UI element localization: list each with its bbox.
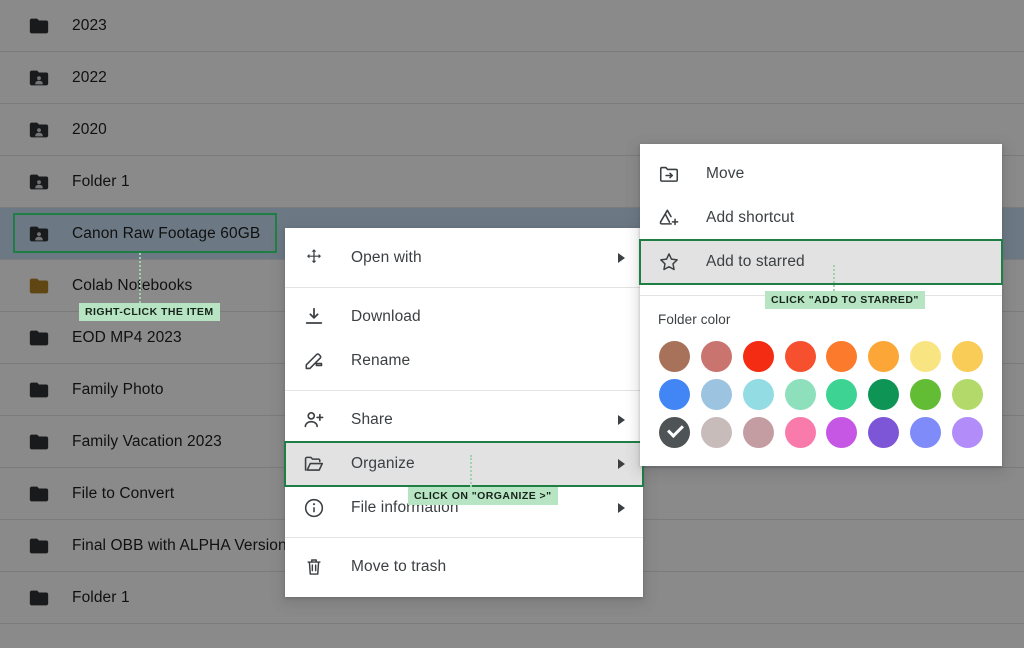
menu-separator [285,287,643,288]
menu-separator [285,537,643,538]
menu-item-share[interactable]: Share [285,398,643,442]
folder-icon [28,275,50,297]
screen: 2023 2022 2020 Folder 1 Canon Raw Footage 60… [0,0,1024,648]
submenu-arrow-icon [618,459,625,469]
menu-item-label: Add to starred [706,253,988,271]
color-swatch[interactable] [868,417,899,448]
color-swatch[interactable] [826,341,857,372]
color-swatch[interactable] [785,379,816,410]
color-swatch[interactable] [743,417,774,448]
menu-item-move[interactable]: Move [640,152,1002,196]
submenu-arrow-icon [618,503,625,513]
color-swatch[interactable] [952,379,983,410]
folder-color-label: Folder color [658,312,730,327]
add-shortcut-icon [658,207,680,229]
move-folder-arrow-icon [658,163,680,185]
submenu-arrow-icon [618,415,625,425]
shared-folder-icon [28,67,50,89]
download-icon [303,306,325,328]
color-swatch[interactable] [868,341,899,372]
file-row-label: EOD MP4 2023 [72,329,182,347]
menu-item-organize[interactable]: Organize [285,442,643,486]
color-swatch-selected[interactable] [659,417,690,448]
color-swatch[interactable] [785,417,816,448]
share-person-add-icon [303,409,325,431]
file-row-label: Family Vacation 2023 [72,433,222,451]
file-row-label: Canon Raw Footage 60GB [72,225,260,243]
color-swatch[interactable] [868,379,899,410]
folder-color-section: Folder color [640,284,1002,466]
star-outline-icon [658,251,680,273]
color-swatch[interactable] [701,341,732,372]
menu-item-move-to-trash[interactable]: Move to trash [285,545,643,589]
color-swatch[interactable] [743,341,774,372]
menu-item-label: Open with [351,249,618,267]
folder-icon [28,15,50,37]
rename-pencil-icon [303,350,325,372]
trash-icon [303,556,325,578]
context-menu: Open withDownloadRenameShareOrganizeFile… [285,228,643,597]
folder-icon [28,327,50,349]
callout-click-organize: CLICK ON "ORGANIZE >" [408,487,558,505]
file-row-label: Final OBB with ALPHA Version [72,537,287,555]
menu-item-label: Move [706,165,988,183]
submenu-arrow-icon [618,253,625,263]
shared-folder-icon [28,171,50,193]
shared-folder-icon [28,223,50,245]
menu-item-label: Share [351,411,618,429]
callout-right-click-item: RIGHT-CLICK THE ITEM [79,303,220,321]
folder-icon [28,535,50,557]
menu-item-rename[interactable]: Rename [285,339,643,383]
file-row-label: Folder 1 [72,173,130,191]
file-row-label: Family Photo [72,381,164,399]
file-row-label: 2023 [72,17,107,35]
menu-item-add-shortcut[interactable]: Add shortcut [640,196,1002,240]
color-swatch[interactable] [659,341,690,372]
shared-folder-icon [28,119,50,141]
callout-connector-2 [470,455,472,487]
color-swatch[interactable] [701,379,732,410]
file-row-label: 2022 [72,69,107,87]
submenu-item-list: Move Add shortcut Add to starred [640,152,1002,284]
callout-connector-1 [139,253,141,303]
menu-item-label: Rename [351,352,629,370]
callout-click-add-to-starred: CLICK "ADD TO STARRED" [765,291,925,309]
menu-item-label: Organize [351,455,618,473]
menu-separator [285,390,643,391]
file-row-label: File to Convert [72,485,174,503]
folder-icon [28,483,50,505]
menu-item-label: Download [351,308,629,326]
color-swatch[interactable] [910,379,941,410]
open-with-icon [303,247,325,269]
folder-color-swatch-grid [640,335,1002,448]
file-row[interactable]: 2023 [0,0,1024,52]
color-swatch[interactable] [785,341,816,372]
folder-icon [28,431,50,453]
color-swatch[interactable] [910,341,941,372]
file-row-label: Colab Notebooks [72,277,192,295]
organize-folder-icon [303,453,325,475]
info-circle-icon [303,497,325,519]
file-row-label: 2020 [72,121,107,139]
color-swatch[interactable] [826,417,857,448]
folder-icon [28,379,50,401]
file-row[interactable]: 2022 [0,52,1024,104]
color-swatch[interactable] [952,341,983,372]
menu-item-add-to-starred[interactable]: Add to starred [640,240,1002,284]
menu-item-label: Move to trash [351,558,629,576]
color-swatch[interactable] [659,379,690,410]
folder-icon [28,587,50,609]
color-swatch[interactable] [952,417,983,448]
menu-item-open-with[interactable]: Open with [285,236,643,280]
color-swatch[interactable] [743,379,774,410]
menu-item-download[interactable]: Download [285,295,643,339]
callout-connector-3 [833,265,835,291]
file-row-label: Folder 1 [72,589,130,607]
menu-item-label: Add shortcut [706,209,988,227]
color-swatch[interactable] [701,417,732,448]
color-swatch[interactable] [910,417,941,448]
color-swatch[interactable] [826,379,857,410]
